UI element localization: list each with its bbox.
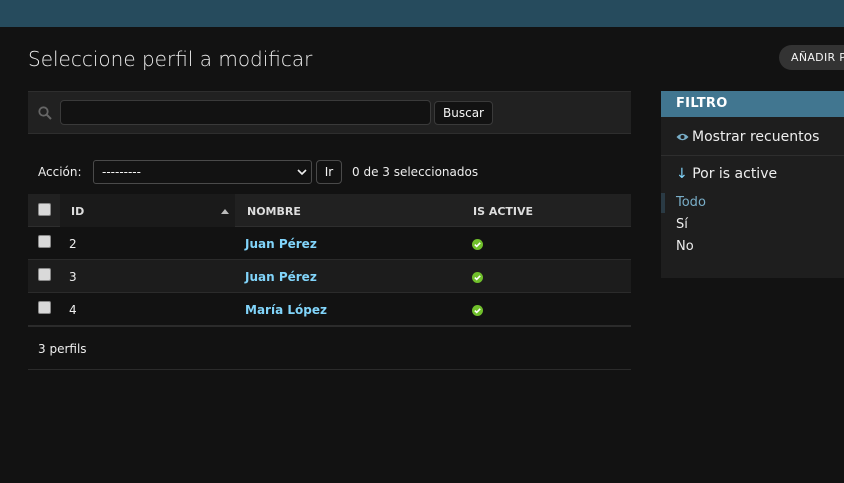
- row-checkbox[interactable]: [38, 301, 51, 314]
- top-header-bar: [0, 0, 844, 27]
- filter-choice-si[interactable]: Sí: [676, 217, 688, 232]
- active-check-icon: [472, 305, 483, 316]
- filter-choice-no[interactable]: No: [676, 239, 694, 254]
- table-row: 3 Juan Pérez: [28, 260, 631, 293]
- column-header-id[interactable]: ID: [71, 205, 84, 218]
- action-select-value: ---------: [102, 165, 141, 179]
- cell-id: 4: [69, 303, 77, 317]
- row-checkbox[interactable]: [38, 268, 51, 281]
- chevron-down-icon: [297, 169, 307, 176]
- select-all-checkbox[interactable]: [38, 203, 51, 216]
- selected-choice-marker: [661, 193, 665, 213]
- search-button[interactable]: Buscar: [434, 101, 493, 125]
- table-row: 4 María López: [28, 293, 631, 326]
- column-header-is-active[interactable]: IS ACTIVE: [473, 205, 533, 218]
- filter-panel: FILTRO Mostrar recuentos ↓ Por is active…: [661, 91, 844, 278]
- action-select[interactable]: ---------: [93, 160, 312, 184]
- filter-title[interactable]: ↓ Por is active: [676, 166, 777, 182]
- search-input[interactable]: [60, 100, 431, 125]
- go-button[interactable]: Ir: [316, 160, 342, 184]
- table-row: 2 Juan Pérez: [28, 227, 631, 260]
- selected-count: 0 de 3 seleccionados: [352, 165, 479, 179]
- table-footer: 3 perfils: [28, 326, 631, 370]
- filter-header: FILTRO: [661, 91, 844, 117]
- results-table: ID NOMBRE IS ACTIVE 2 Juan Pérez 3 Juan …: [28, 194, 631, 370]
- eye-icon: [676, 133, 689, 141]
- table-header: ID NOMBRE IS ACTIVE: [28, 194, 631, 227]
- cell-id: 2: [69, 237, 77, 251]
- action-label: Acción:: [38, 165, 82, 179]
- show-counts-link[interactable]: Mostrar recuentos: [676, 129, 819, 145]
- filter-title-label: Por is active: [692, 166, 778, 182]
- row-checkbox[interactable]: [38, 235, 51, 248]
- search-icon: [38, 106, 52, 120]
- search-toolbar: Buscar: [28, 91, 631, 134]
- cell-nombre-link[interactable]: María López: [245, 303, 327, 317]
- filter-divider: [661, 155, 844, 156]
- active-check-icon: [472, 272, 483, 283]
- active-check-icon: [472, 239, 483, 250]
- page-title: Seleccione perfil a modificar: [28, 47, 313, 71]
- cell-nombre-link[interactable]: Juan Pérez: [245, 270, 317, 284]
- add-profile-button[interactable]: AÑADIR PERFIL: [779, 45, 844, 70]
- cell-nombre-link[interactable]: Juan Pérez: [245, 237, 317, 251]
- result-count: 3 perfils: [38, 342, 87, 356]
- show-counts-label: Mostrar recuentos: [692, 129, 820, 145]
- column-header-nombre[interactable]: NOMBRE: [247, 205, 301, 218]
- arrow-down-icon: ↓: [676, 166, 688, 182]
- cell-id: 3: [69, 270, 77, 284]
- sorted-column-bg: [60, 194, 235, 227]
- filter-choice-todo[interactable]: Todo: [676, 195, 706, 210]
- sort-ascending-icon[interactable]: [221, 209, 229, 214]
